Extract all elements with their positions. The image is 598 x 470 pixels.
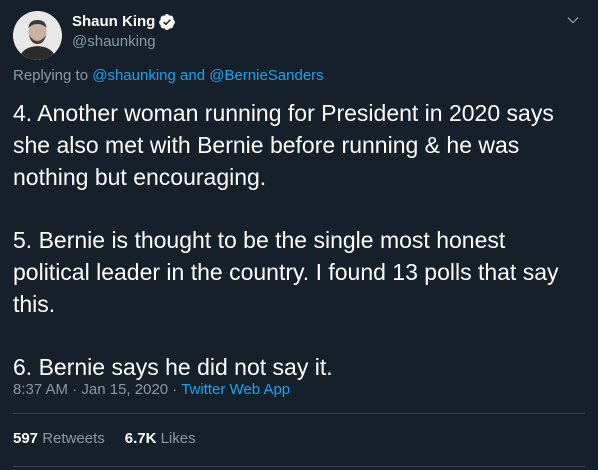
- tweet-paragraph: 6. Bernie says he did not say it.: [13, 354, 333, 380]
- likes-count: 6.7K: [124, 430, 157, 447]
- chevron-down-icon[interactable]: [565, 12, 581, 28]
- author-name[interactable]: Shaun King: [72, 12, 155, 32]
- meta-separator: ·: [168, 381, 182, 398]
- author-name-row[interactable]: Shaun King: [72, 12, 176, 32]
- likes-label: Likes: [160, 430, 196, 447]
- tweet-paragraph: 4. Another woman running for President i…: [13, 100, 554, 190]
- mention-link[interactable]: @BernieSanders: [209, 67, 323, 84]
- likes-stat[interactable]: 6.7K Likes: [125, 430, 196, 447]
- author-handle[interactable]: @shaunking: [72, 32, 156, 52]
- avatar[interactable]: [13, 11, 62, 60]
- divider: [13, 466, 585, 467]
- tweet-meta: 8:37 AM · Jan 15, 2020 · Twitter Web App: [13, 380, 290, 400]
- tweet-paragraph: 5. Bernie is thought to be the single mo…: [13, 227, 559, 317]
- verified-badge-icon: [158, 13, 176, 31]
- tweet-card: Shaun King @shaunking Replying to @shaun…: [0, 0, 598, 470]
- avatar-image: [13, 11, 62, 60]
- retweets-count: 597: [13, 430, 39, 447]
- retweets-label: Retweets: [42, 430, 105, 447]
- meta-separator: ·: [68, 381, 82, 398]
- mention-joiner: and: [175, 67, 210, 84]
- replying-to-prefix: Replying to: [13, 67, 93, 84]
- tweet-stats: 597 Retweets 6.7K Likes: [13, 429, 196, 449]
- mention-link[interactable]: @shaunking: [92, 67, 176, 84]
- tweet-text: 4. Another woman running for President i…: [13, 97, 585, 383]
- tweet-source[interactable]: Twitter Web App: [181, 381, 290, 398]
- replying-to: Replying to @shaunking and @BernieSander…: [13, 66, 324, 86]
- tweet-date[interactable]: Jan 15, 2020: [81, 381, 168, 398]
- tweet-time[interactable]: 8:37 AM: [13, 381, 68, 398]
- retweets-stat[interactable]: 597 Retweets: [13, 430, 105, 447]
- divider: [13, 413, 585, 414]
